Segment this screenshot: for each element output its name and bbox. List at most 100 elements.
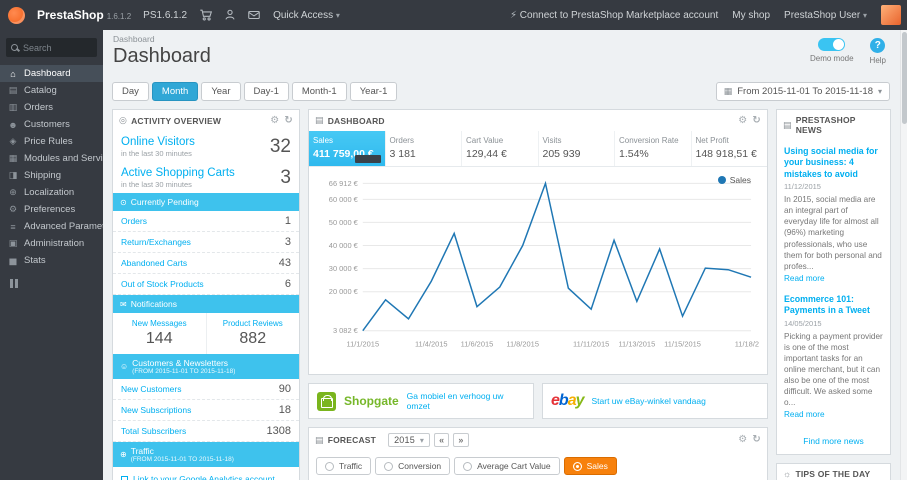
find-more-news-link[interactable]: Find more news [777,430,890,454]
radio-icon [463,461,473,471]
svg-text:50 000 €: 50 000 € [329,218,359,227]
shop-name-link[interactable]: PS1.6.1.2 [143,10,187,21]
brand[interactable]: PrestaShop 1.6.1.2 [37,8,131,22]
svg-text:11/1/2015: 11/1/2015 [346,340,379,349]
pending-row-return-exchanges[interactable]: Return/Exchanges 3 [113,232,299,253]
forecast-next-button[interactable]: » [453,433,469,447]
sidebar-item-localization[interactable]: ⊕ Localization [0,184,103,201]
shopgate-link[interactable]: Ga mobiel en verhoog uw omzet [407,391,525,411]
filter-button-year[interactable]: Year [201,82,241,101]
filter-button-day-1[interactable]: Day-1 [243,82,289,101]
notification-product-reviews[interactable]: Product Reviews 882 [205,313,300,354]
ebay-logo: ebay [551,392,584,409]
gear-icon[interactable]: ⚙ [738,435,747,445]
sidebar-item-preferences[interactable]: ⚙ Preferences [0,201,103,218]
kpi-conversion-rate[interactable]: Conversion Rate 1.54% [615,131,692,166]
sidebar-item-icon: ▤ [8,85,18,95]
scrollbar-thumb[interactable] [902,32,907,124]
kpi-net-profit[interactable]: Net Profit 148 918,51 € [692,131,768,166]
ebay-link[interactable]: Start uw eBay-winkel vandaag [592,396,706,406]
kpi-visits[interactable]: Visits 205 939 [539,131,615,166]
sidebar-collapse-icon[interactable] [10,279,18,288]
brand-version: 1.6.1.2 [106,12,132,21]
sidebar-item-shipping[interactable]: ◨ Shipping [0,167,103,184]
sidebar-search[interactable] [6,38,97,57]
forecast-tab-conversion[interactable]: Conversion [375,457,451,475]
news-article-title[interactable]: Ecommerce 101: Payments in a Tweet [784,294,883,317]
user-avatar[interactable] [881,5,901,25]
news-article-ecommerce-101-payments-in-a-tweet: Ecommerce 101: Payments in a Tweet 14/05… [784,290,883,426]
quick-access-menu[interactable]: Quick Access ▾ [273,10,340,21]
currently-pending-header: ⊙ Currently Pending [113,193,299,211]
chart-legend[interactable]: Sales [717,175,751,185]
filter-button-year-1[interactable]: Year-1 [349,82,398,101]
filter-button-month[interactable]: Month [151,82,199,101]
date-range-picker[interactable]: ▦ From 2015-11-01 To 2015-11-18 ▾ [715,82,890,101]
demo-mode-toggle[interactable] [818,38,846,51]
sidebar-item-dashboard[interactable]: ⌂ Dashboard [0,65,103,82]
stat-value: 32 [269,136,291,157]
kpi-cart-value[interactable]: Cart Value 129,44 € [462,131,539,166]
refresh-icon[interactable]: ↻ [752,435,761,445]
sidebar-item-modules-and-services[interactable]: ▦ Modules and Services [0,150,103,167]
sidebar-item-orders[interactable]: ▥ Orders [0,99,103,116]
customers-row-new-subscriptions[interactable]: New Subscriptions 18 [113,400,299,421]
activity-stat-online-visitors[interactable]: Online Visitors in the last 30 minutes 3… [113,131,299,162]
customers-row-total-subscribers[interactable]: Total Subscribers 1308 [113,421,299,442]
shopgate-ad[interactable]: Shopgate Ga mobiel en verhoog uw omzet [308,383,534,419]
customers-row-new-customers[interactable]: New Customers 90 [113,379,299,400]
refresh-icon[interactable]: ↻ [752,115,761,126]
news-article-date: 14/05/2015 [784,318,822,328]
breadcrumb[interactable]: Dashboard [113,34,890,44]
filter-button-month-1[interactable]: Month-1 [291,82,347,101]
help-icon[interactable]: ? [870,38,886,53]
dashboard-panel: ▤ DASHBOARD ⚙ ↻ Sales 411 759,00 € Order… [308,109,768,375]
forecast-tab-traffic[interactable]: Traffic [316,457,372,475]
refresh-icon[interactable]: ↻ [284,115,293,126]
radio-icon [572,461,582,471]
sidebar-item-catalog[interactable]: ▤ Catalog [0,82,103,99]
messages-notification-icon[interactable] [247,8,261,22]
orders-notification-icon[interactable] [199,8,213,22]
read-more-link[interactable]: Read more [784,274,825,283]
kpi-sales[interactable]: Sales 411 759,00 € [309,131,386,166]
my-shop-link[interactable]: My shop [732,10,770,21]
activity-stat-active-shopping-carts[interactable]: Active Shopping Carts in the last 30 min… [113,162,299,193]
marketplace-link[interactable]: ⚡ Connect to PrestaShop Marketplace acco… [510,10,718,21]
forecast-year-select[interactable]: 2015 ▾ [388,433,431,447]
chevron-down-icon: ▾ [877,87,882,96]
sidebar-item-stats[interactable]: ▅ Stats [0,252,103,269]
sidebar-item-administration[interactable]: ▣ Administration [0,235,103,252]
ebay-ad[interactable]: ebay Start uw eBay-winkel vandaag [542,383,768,419]
pending-row-abandoned-carts[interactable]: Abandoned Carts 43 [113,253,299,274]
stat-label: Active Shopping Carts [121,167,235,179]
sidebar-item-icon: ▅ [9,255,17,265]
search-input[interactable] [23,42,93,53]
sidebar-item-customers[interactable]: ☻ Customers [0,116,103,133]
prestashop-logo-icon[interactable] [8,6,25,24]
forecast-tab-average-cart-value[interactable]: Average Cart Value [454,457,560,475]
forecast-tab-sales[interactable]: Sales [563,457,617,475]
sidebar-item-label: Shipping [24,170,61,181]
forecast-prev-button[interactable]: « [434,433,450,447]
read-more-link[interactable]: Read more [784,410,825,419]
kpi-orders[interactable]: Orders 3 181 [386,131,462,166]
sidebar-item-advanced-parameters[interactable]: ≡ Advanced Parameters [0,218,103,235]
gear-icon[interactable]: ⚙ [738,115,747,126]
marketplace-icon: ⚡ [509,9,518,21]
pending-row-orders[interactable]: Orders 1 [113,211,299,232]
sidebar-item-price-rules[interactable]: ◈ Price Rules [0,133,103,150]
pending-row-out-of-stock-products[interactable]: Out of Stock Products 6 [113,274,299,295]
customers-notification-icon[interactable] [223,8,237,22]
sidebar-item-icon: ≡ [10,221,16,232]
news-article-title[interactable]: Using social media for your business: 4 … [784,146,883,180]
svg-text:11/8/2015: 11/8/2015 [506,340,539,349]
user-menu[interactable]: PrestaShop User ▾ [784,10,867,21]
gear-icon[interactable]: ⚙ [270,115,279,126]
filter-button-day[interactable]: Day [112,82,149,101]
sidebar-item-icon: ☻ [8,119,18,130]
notification-new-messages[interactable]: New Messages 144 [113,313,206,354]
google-analytics-link[interactable]: Link to your Google Analytics account [113,467,299,480]
date-range-label: From 2015-11-01 To 2015-11-18 [737,86,873,97]
page-scrollbar[interactable] [900,30,907,480]
